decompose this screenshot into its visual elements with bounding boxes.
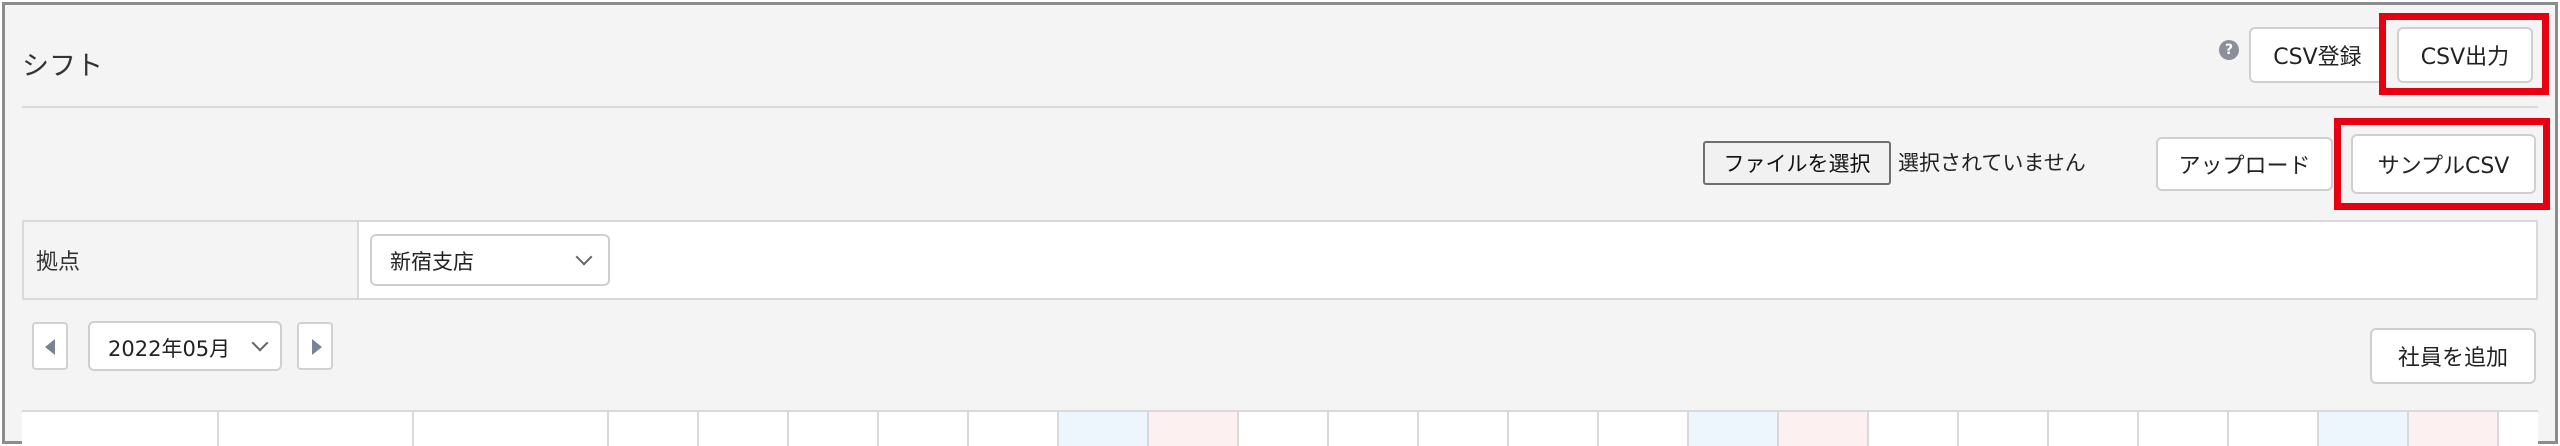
branch-label: 拠点: [36, 250, 81, 275]
calendar-cell: [1597, 412, 1687, 446]
calendar-cell: [1237, 412, 1327, 446]
calendar-cell-sunday: [2407, 412, 2497, 446]
calendar-cell: [1417, 412, 1507, 446]
upload-button[interactable]: アップロード: [2156, 137, 2333, 191]
header-divider: [22, 106, 2538, 108]
calendar-cell: [607, 412, 697, 446]
calendar-cell: [1867, 412, 1957, 446]
prev-month-button[interactable]: [32, 322, 68, 370]
chevron-down-icon: [575, 248, 593, 266]
calendar-cell: [697, 412, 787, 446]
chevron-down-icon: [251, 334, 269, 352]
page-title: シフト: [22, 51, 103, 82]
calendar-cell: [967, 412, 1057, 446]
calendar-cell-sunday: [1147, 412, 1237, 446]
csv-export-button[interactable]: CSV出力: [2397, 27, 2533, 83]
branch-select[interactable]: 新宿支店: [370, 234, 610, 286]
calendar-cell: [2137, 412, 2227, 446]
calendar-cell: [2497, 412, 2538, 446]
sample-csv-button[interactable]: サンプルCSV: [2351, 134, 2536, 194]
calendar-cell: [877, 412, 967, 446]
calendar-cell: [217, 412, 412, 446]
calendar-cell-saturday: [1057, 412, 1147, 446]
month-select[interactable]: 2022年05月: [88, 321, 282, 371]
branch-select-value: 新宿支店: [390, 250, 474, 274]
calendar-cell: [2047, 412, 2137, 446]
shift-calendar-header: [22, 410, 2538, 446]
branch-filter-row: 拠点 新宿支店: [22, 220, 2538, 300]
calendar-cell-saturday: [1687, 412, 1777, 446]
month-select-value: 2022年05月: [108, 337, 231, 361]
calendar-cell: [1507, 412, 1597, 446]
arrow-left-icon: [45, 339, 55, 355]
help-icon[interactable]: ?: [2219, 40, 2239, 60]
calendar-cell-sunday: [1777, 412, 1867, 446]
calendar-cell: [1327, 412, 1417, 446]
choose-file-button[interactable]: ファイルを選択: [1703, 141, 1891, 185]
calendar-cell: [1957, 412, 2047, 446]
csv-register-button[interactable]: CSV登録: [2249, 27, 2386, 83]
calendar-cell: [412, 412, 607, 446]
calendar-cell: [2227, 412, 2317, 446]
add-employee-button[interactable]: 社員を追加: [2370, 328, 2536, 384]
filter-label-cell: 拠点: [24, 222, 359, 298]
calendar-cell: [787, 412, 877, 446]
arrow-right-icon: [312, 339, 322, 355]
calendar-cell-saturday: [2317, 412, 2407, 446]
file-status-text: 選択されていません: [1898, 151, 2086, 175]
next-month-button[interactable]: [297, 322, 333, 370]
